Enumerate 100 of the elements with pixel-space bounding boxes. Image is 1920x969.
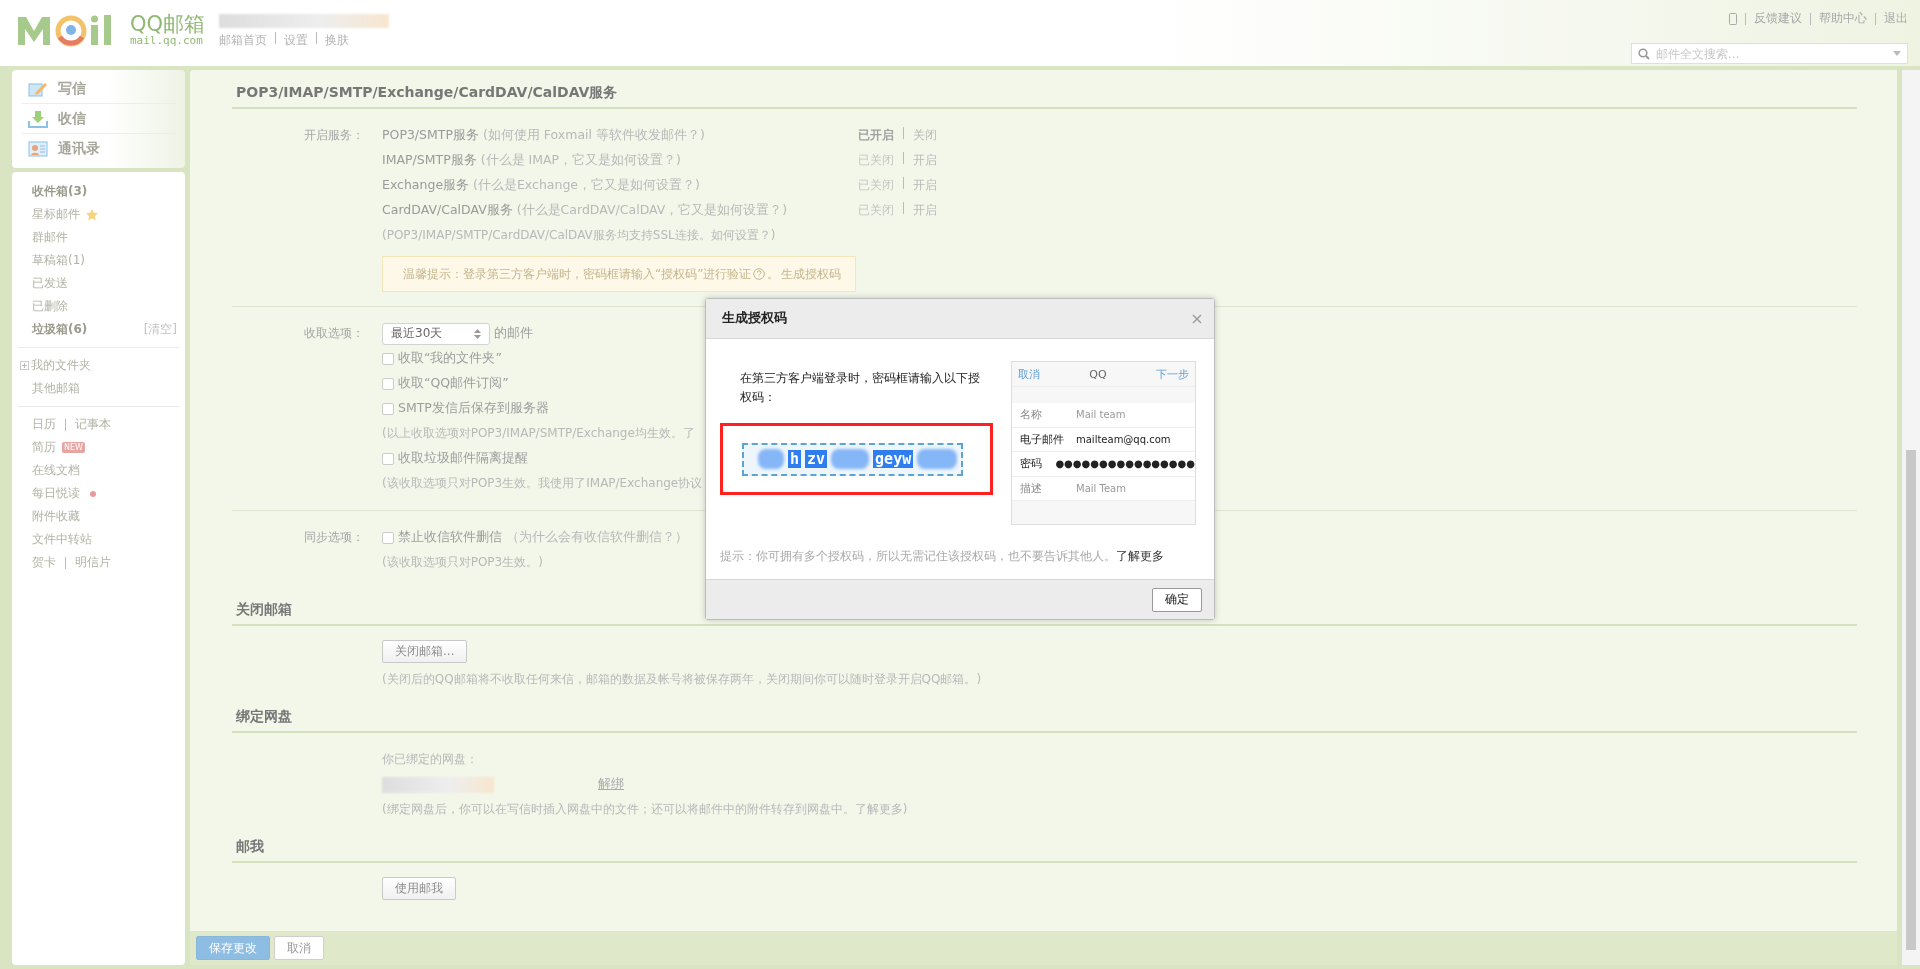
folder-link[interactable]: 其他邮箱 xyxy=(32,380,80,397)
folder-link[interactable]: 星标邮件 xyxy=(32,206,80,223)
folder-link[interactable]: 我的文件夹 xyxy=(31,357,91,374)
service-status: 已开启 xyxy=(858,127,894,144)
period-select[interactable]: 最近30天 xyxy=(382,322,490,345)
select-suffix: 的邮件 xyxy=(494,325,533,342)
section-title: POP3/IMAP/SMTP/Exchange/CardDAV/CalDAV服务 xyxy=(232,84,1857,109)
folder-link[interactable]: 草稿箱(1) xyxy=(32,252,85,269)
hint-text: 提示：你可拥有多个授权码，所以无需记住该授权码，也不要告诉其他人。 xyxy=(720,549,1116,563)
code-text: h xyxy=(788,450,802,468)
tool-link[interactable]: 每日悦读 xyxy=(32,485,80,502)
checkbox-label: 收取“QQ邮件订阅” xyxy=(398,375,509,392)
folder-link[interactable]: 已删除 xyxy=(32,298,68,315)
code-text: zv xyxy=(805,450,828,468)
generate-code-link[interactable]: 生成授权码 xyxy=(781,265,842,283)
folder-link[interactable]: 附件收藏 xyxy=(32,508,80,525)
section-title: 邮我 xyxy=(232,838,1857,863)
preview-label: 描述 xyxy=(1020,480,1043,496)
folder-link[interactable]: 群邮件 xyxy=(32,229,68,246)
top-link[interactable]: 帮助中心 xyxy=(1819,10,1867,27)
field-label: 你已绑定的网盘： xyxy=(382,751,478,768)
top-link[interactable]: 退出 xyxy=(1884,10,1908,27)
preview-value: mailteam@qq.com xyxy=(1076,433,1171,445)
logo-domain: mail.qq.com xyxy=(130,34,203,46)
checkbox-label: 收取垃圾邮件隔离提醒 xyxy=(398,450,528,467)
auth-code-field[interactable]: h zv geyw xyxy=(742,442,963,476)
nav-link[interactable]: 邮箱首页 xyxy=(219,32,268,49)
service-name: CardDAV/CalDAV服务 xyxy=(382,202,513,219)
tip-punctuation: 。 xyxy=(767,265,780,283)
checkbox-label: SMTP发信后保存到服务器 xyxy=(398,400,549,417)
logo-text: QQ邮箱 xyxy=(130,13,206,35)
folder-link[interactable]: 文件中转站 xyxy=(32,531,92,548)
section-title: 绑定网盘 xyxy=(232,708,1857,733)
tool-link[interactable]: 贺卡 xyxy=(32,554,56,571)
field-label: 开启服务： xyxy=(303,127,365,144)
folder-link[interactable]: 收件箱(3) xyxy=(32,183,88,200)
help-link[interactable]: (如何使用 Foxmail 等软件收发邮件？) xyxy=(483,127,705,144)
notification-dot xyxy=(90,490,96,497)
nav-link[interactable]: 设置 xyxy=(284,32,309,49)
preview-value: Mail Team xyxy=(1076,482,1126,494)
spinner-icon xyxy=(474,328,481,339)
unbind-link[interactable]: 解绑 xyxy=(598,776,624,793)
field-label: 同步选项： xyxy=(303,529,365,546)
preview-header-text: 下一步 xyxy=(1156,366,1189,382)
sidebar-action[interactable]: 通讯录 xyxy=(22,134,175,164)
tip-text: 温馨提示：登录第三方客户端时，密码框请输入“授权码”进行验证 xyxy=(403,265,752,283)
scrollbar-thumb[interactable] xyxy=(1906,450,1916,950)
dropdown-caret-icon[interactable] xyxy=(1893,51,1901,56)
help-link[interactable]: (什么是Exchange，它又是如何设置？) xyxy=(473,177,700,194)
expand-icon[interactable] xyxy=(20,361,29,370)
folder-link[interactable]: 已发送 xyxy=(32,275,68,292)
dialog-title: 生成授权码 xyxy=(722,310,787,327)
preview-value: Mail team xyxy=(1076,409,1126,421)
learn-more-link[interactable]: 了解更多 xyxy=(1116,549,1164,563)
help-link[interactable]: (什么是CardDAV/CalDAV，它又是如何设置？) xyxy=(516,202,788,219)
help-link[interactable]: （为什么会有收信软件删信？） xyxy=(506,529,688,546)
field-label: 收取选项： xyxy=(303,325,365,342)
service-name: Exchange服务 xyxy=(382,177,470,194)
top-link[interactable]: 反馈建议 xyxy=(1754,10,1802,27)
search-icon xyxy=(1638,47,1650,60)
nav-link[interactable]: 换肤 xyxy=(325,32,350,49)
preview-label: 名称 xyxy=(1020,407,1043,423)
checkbox[interactable] xyxy=(382,402,394,415)
preview-label: 电子邮件 xyxy=(1020,431,1065,447)
checkbox-label: 禁止收信软件删信 xyxy=(398,529,502,546)
star-icon xyxy=(86,208,98,221)
contact-card-icon xyxy=(28,141,48,157)
checkbox[interactable] xyxy=(382,352,394,365)
folder-link[interactable]: 垃圾箱(6) xyxy=(32,321,88,338)
mail-me-button[interactable]: 使用邮我 xyxy=(382,877,456,900)
save-button[interactable]: 保存更改 xyxy=(196,936,270,960)
help-link[interactable]: (什么是 IMAP，它又是如何设置？) xyxy=(480,152,681,169)
code-text: geyw xyxy=(873,450,914,468)
phone-icon[interactable] xyxy=(1729,12,1737,25)
cancel-button[interactable]: 取消 xyxy=(274,936,324,960)
tool-link[interactable]: 记事本 xyxy=(75,416,111,433)
instruction-text: 在第三方客户端登录时，密码框请输入以下授权码： xyxy=(739,370,981,406)
question-icon[interactable] xyxy=(753,268,766,280)
sidebar-action[interactable]: 收信 xyxy=(22,104,175,134)
clear-link[interactable]: [清空] xyxy=(143,321,177,338)
checkbox[interactable] xyxy=(382,531,394,544)
service-name: POP3/SMTP服务 xyxy=(382,127,479,144)
preview-value: ●●●●●●●●●●●●●●●● xyxy=(1055,458,1195,470)
preview-header-text: QQ xyxy=(1089,367,1107,381)
checkbox[interactable] xyxy=(382,452,394,465)
toggle-link[interactable]: 关闭 xyxy=(913,127,937,144)
tool-link[interactable]: 简历 xyxy=(32,439,56,456)
checkbox-label: 收取“我的文件夹” xyxy=(398,350,502,367)
tool-link[interactable]: 明信片 xyxy=(75,554,111,571)
sidebar-action[interactable]: 写信 xyxy=(22,74,175,104)
close-mailbox-button[interactable]: 关闭邮箱... xyxy=(382,640,468,663)
tool-link[interactable]: 日历 xyxy=(32,416,56,433)
close-icon[interactable] xyxy=(1192,313,1202,324)
folder-link[interactable]: 在线文档 xyxy=(32,462,80,479)
preview-header-text: 取消 xyxy=(1018,366,1040,382)
new-badge: NEW xyxy=(62,442,85,453)
scrollbar[interactable] xyxy=(1902,70,1920,965)
checkbox[interactable] xyxy=(382,377,394,390)
pencil-icon xyxy=(28,80,48,97)
inbox-download-icon xyxy=(28,109,48,128)
